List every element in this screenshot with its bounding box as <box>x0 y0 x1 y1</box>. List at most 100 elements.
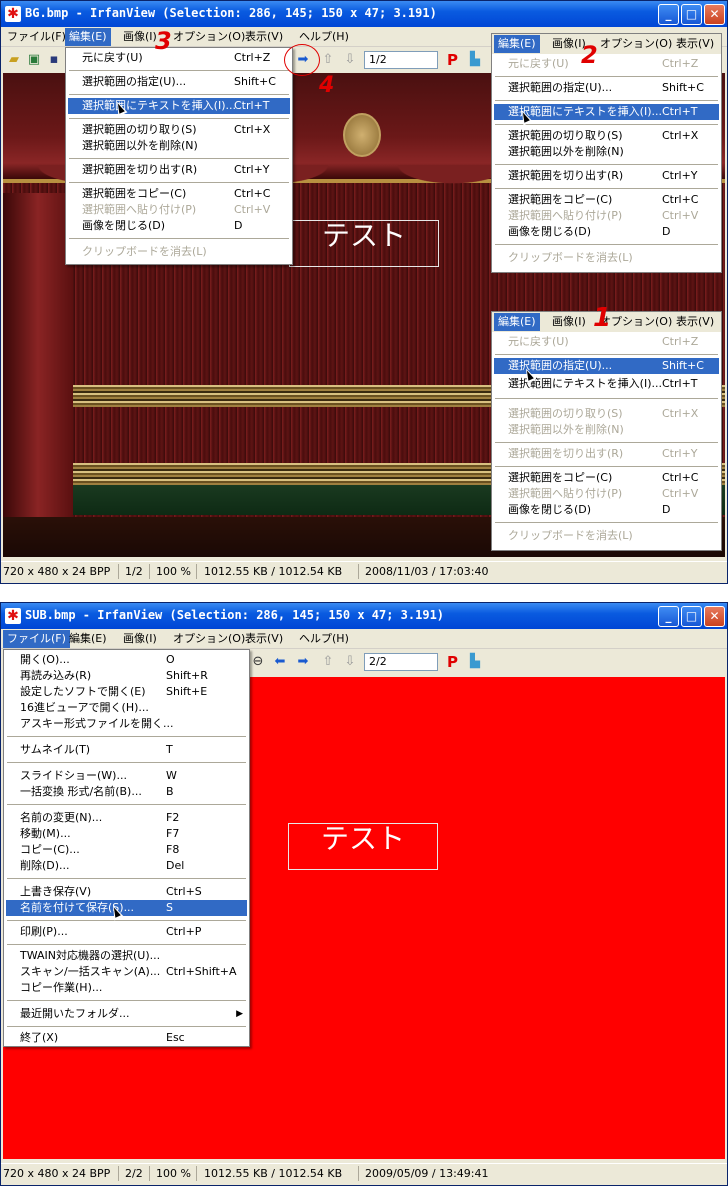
status-divider <box>358 1166 359 1181</box>
menu-item-print[interactable]: 印刷(P)... Ctrl+P <box>6 924 247 940</box>
close-icon[interactable]: ✕ <box>704 4 725 25</box>
menu-file[interactable]: ファイル(F) <box>3 28 70 46</box>
maximize-icon[interactable]: □ <box>681 606 702 627</box>
menu-item-scan[interactable]: スキャン/一括スキャン(A)... Ctrl+Shift+A <box>6 964 247 980</box>
annotation-step-4: 4 <box>319 73 335 98</box>
menu-options[interactable]: オプション(O) <box>596 35 676 53</box>
save-icon[interactable]: ▪ <box>45 51 63 69</box>
menu-item-undo[interactable]: 元に戻す(U) Ctrl+Z <box>68 50 290 66</box>
menu-separator <box>7 762 246 763</box>
menu-item-hex-view[interactable]: 16進ビューアで開く(H)... <box>6 700 247 716</box>
menu-view[interactable]: 表示(V) <box>672 35 718 53</box>
menu-view[interactable]: 表示(V) <box>241 630 287 648</box>
paint-p-icon[interactable]: P <box>447 653 458 671</box>
menu-view[interactable]: 表示(V) <box>672 313 718 331</box>
menu-item-close-image[interactable]: 画像を閉じる(D) D <box>68 218 290 234</box>
menu-item-batch-convert[interactable]: 一括変換 形式/名前(B)... B <box>6 784 247 800</box>
menu-separator <box>69 158 289 159</box>
prev-arrow-icon[interactable]: ⬅ <box>271 653 289 671</box>
down-arrow-icon[interactable]: ⇩ <box>341 653 359 671</box>
next-arrow-icon[interactable]: ➡ <box>294 653 312 671</box>
menu-item-cut-selection: 選択範囲の切り取り(S) Ctrl+X <box>508 407 699 420</box>
menu-item-thumbnails[interactable]: サムネイル(T) T <box>6 742 247 758</box>
paint-icon[interactable]: ▙ <box>466 653 484 671</box>
title-bar[interactable]: ✱ BG.bmp - IrfanView (Selection: 286, 14… <box>1 1 727 27</box>
irfanview-app-icon: ✱ <box>5 608 21 624</box>
menu-file[interactable]: ファイル(F) <box>3 630 70 648</box>
menu-options[interactable]: オプション(O) <box>169 630 249 648</box>
menu-item-crop-selection: 選択範囲を切り出す(R) Ctrl+Y <box>508 447 698 460</box>
menu-edit[interactable]: 編集(E) <box>494 35 540 53</box>
curtain-drape-left <box>3 193 73 553</box>
zoom-out-icon[interactable]: ⊖ <box>249 653 267 671</box>
menu-item-select-region[interactable]: 選択範囲の指定(U)... Shift+C <box>494 80 719 96</box>
open-folder-icon[interactable]: ▰ <box>5 51 23 69</box>
text-selection-box[interactable]: テスト <box>289 220 439 267</box>
menu-item-delete-outside[interactable]: 選択範囲以外を削除(N) <box>494 144 719 160</box>
menu-separator <box>7 736 246 737</box>
menu-item-copy-selection[interactable]: 選択範囲をコピー(C) Ctrl+C <box>68 186 290 202</box>
menu-item-twain-select[interactable]: TWAIN対応機器の選択(U)... <box>6 948 247 964</box>
down-arrow-icon[interactable]: ⇩ <box>341 51 359 69</box>
up-arrow-icon[interactable]: ⇧ <box>319 51 337 69</box>
menu-item-close-image[interactable]: 画像を閉じる(D) D <box>494 224 719 240</box>
menu-item-open[interactable]: 開く(O)... O <box>6 652 247 668</box>
menu-item-delete[interactable]: 削除(D)... Del <box>6 858 247 874</box>
inset-edit-menu-step2: 編集(E) 画像(I) オプション(O) 表示(V) 元に戻す(U) Ctrl+Z… <box>491 33 722 273</box>
menu-item-delete-outside[interactable]: 選択範囲以外を削除(N) <box>68 138 290 154</box>
menu-item-copy-selection[interactable]: 選択範囲をコピー(C) Ctrl+C <box>494 192 719 208</box>
menu-edit[interactable]: 編集(E) <box>494 313 540 331</box>
menu-edit[interactable]: 編集(E) <box>65 28 111 46</box>
menu-item-recent-folders[interactable]: 最近開いたフォルダ... ▶ <box>6 1006 247 1022</box>
menu-item-copy-work[interactable]: コピー作業(H)... <box>6 980 247 996</box>
menu-item-crop-selection[interactable]: 選択範囲を切り出す(R) Ctrl+Y <box>494 168 719 184</box>
menu-separator <box>495 522 718 523</box>
menu-item-delete-outside: 選択範囲以外を削除(N) <box>508 423 624 436</box>
menu-item-open-ascii[interactable]: アスキー形式ファイルを開く... <box>6 716 247 732</box>
maximize-icon[interactable]: □ <box>681 4 702 25</box>
text-selection-box[interactable]: テスト <box>288 823 438 870</box>
curtain-medallion <box>343 113 381 157</box>
title-bar[interactable]: ✱ SUB.bmp - IrfanView (Selection: 286, 1… <box>1 603 727 629</box>
menu-item-open-with[interactable]: 設定したソフトで開く(E) Shift+E <box>6 684 247 700</box>
menu-item-undo: 元に戻す(U) Ctrl+Z <box>508 335 699 348</box>
paint-icon[interactable]: ▙ <box>466 51 484 69</box>
menu-item-clear-clipboard: クリップボードを消去(L) <box>82 245 207 258</box>
up-arrow-icon[interactable]: ⇧ <box>319 653 337 671</box>
menu-image[interactable]: 画像(I) <box>119 630 161 648</box>
menu-view[interactable]: 表示(V) <box>241 28 287 46</box>
menu-item-paste-selection: 選択範囲へ貼り付け(P) Ctrl+V <box>82 203 271 216</box>
paint-p-icon[interactable]: P <box>447 51 458 69</box>
menu-edit[interactable]: 編集(E) <box>65 630 111 648</box>
menu-item-cut-selection[interactable]: 選択範囲の切り取り(S) Ctrl+X <box>494 128 719 144</box>
menu-item-cut-selection[interactable]: 選択範囲の切り取り(S) Ctrl+X <box>68 122 290 138</box>
menu-item-slideshow[interactable]: スライドショー(W)... W <box>6 768 247 784</box>
menu-separator <box>495 124 718 125</box>
menu-item-crop-selection[interactable]: 選択範囲を切り出す(R) Ctrl+Y <box>68 162 290 178</box>
menu-item-copy-selection[interactable]: 選択範囲をコピー(C) Ctrl+C <box>494 470 719 486</box>
menu-item-exit[interactable]: 終了(X) Esc <box>6 1030 247 1046</box>
menu-image[interactable]: 画像(I) <box>548 313 590 331</box>
menu-item-save-as[interactable]: 名前を付けて保存(S)... S <box>6 900 247 916</box>
menu-item-select-region[interactable]: 選択範囲の指定(U)... Shift+C <box>68 74 290 90</box>
menu-options[interactable]: オプション(O) <box>169 28 249 46</box>
page-field[interactable]: 2/2 <box>364 653 438 671</box>
menu-separator <box>69 238 289 239</box>
edit-menu: 元に戻す(U) Ctrl+Z 選択範囲の指定(U)... Shift+C 選択範囲に… <box>492 54 721 272</box>
page-field[interactable]: 1/2 <box>364 51 438 69</box>
menu-item-rename[interactable]: 名前の変更(N)... F2 <box>6 810 247 826</box>
status-divider <box>196 1166 197 1181</box>
menu-separator <box>7 944 246 945</box>
menu-item-save[interactable]: 上書き保存(V) Ctrl+S <box>6 884 247 900</box>
minimize-icon[interactable]: _ <box>658 606 679 627</box>
minimize-icon[interactable]: _ <box>658 4 679 25</box>
menu-item-move[interactable]: 移動(M)... F7 <box>6 826 247 842</box>
menu-separator <box>495 398 718 399</box>
menu-item-copy[interactable]: コピー(C)... F8 <box>6 842 247 858</box>
slideshow-icon[interactable]: ▣ <box>25 51 43 69</box>
menu-help[interactable]: ヘルプ(H) <box>295 630 353 648</box>
menu-item-insert-text[interactable]: 選択範囲にテキストを挿入(I)... Ctrl+T <box>68 98 290 114</box>
menu-item-reload[interactable]: 再読み込み(R) Shift+R <box>6 668 247 684</box>
close-icon[interactable]: ✕ <box>704 606 725 627</box>
menu-item-close-image[interactable]: 画像を閉じる(D) D <box>494 502 719 518</box>
